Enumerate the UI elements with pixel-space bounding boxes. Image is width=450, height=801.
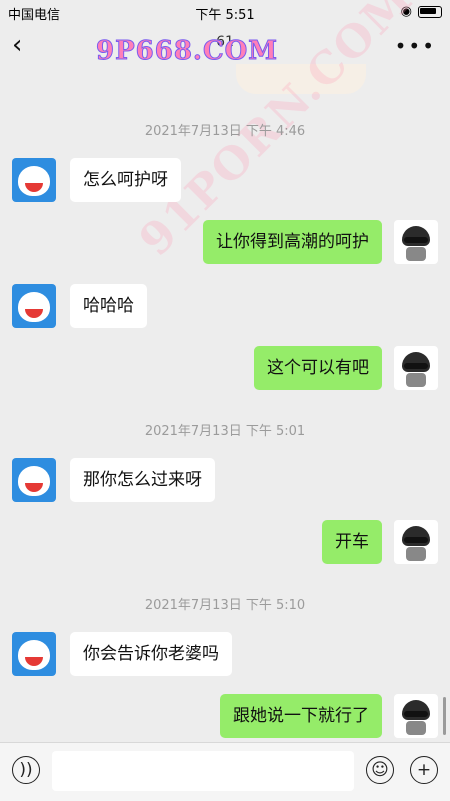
my-avatar[interactable]: [394, 346, 438, 390]
contact-avatar[interactable]: [12, 158, 56, 202]
timestamp: 2021年7月13日 下午 5:10: [144, 598, 306, 613]
message-bubble[interactable]: 怎么呵护呀: [70, 158, 181, 202]
input-bar: )) ☺ +: [0, 742, 450, 801]
my-avatar[interactable]: [394, 220, 438, 264]
timestamp: 2021年7月13日 下午 4:46: [144, 124, 306, 139]
plus-button[interactable]: +: [410, 756, 438, 784]
message-input[interactable]: [52, 751, 354, 791]
scrollbar[interactable]: [443, 697, 446, 735]
contact-avatar[interactable]: [12, 284, 56, 328]
voice-icon: )): [19, 760, 33, 780]
contact-avatar[interactable]: [12, 458, 56, 502]
message-bubble[interactable]: 让你得到高潮的呵护: [203, 220, 382, 264]
message-bubble[interactable]: 跟她说一下就行了: [220, 694, 382, 738]
message-bubble[interactable]: 哈哈哈: [70, 284, 147, 328]
my-avatar[interactable]: [394, 694, 438, 738]
contact-avatar[interactable]: [12, 632, 56, 676]
emoji-icon: ☺: [371, 760, 389, 780]
timestamp: 2021年7月13日 下午 5:01: [144, 424, 306, 439]
voice-button[interactable]: )): [12, 756, 40, 784]
more-button[interactable]: •••: [395, 34, 436, 58]
my-avatar[interactable]: [394, 520, 438, 564]
message-bubble[interactable]: 开车: [322, 520, 382, 564]
message-bubble[interactable]: 这个可以有吧: [254, 346, 382, 390]
message-bubble[interactable]: 你会告诉你老婆吗: [70, 632, 232, 676]
message-bubble[interactable]: 那你怎么过来呀: [70, 458, 215, 502]
watermark-logo: 9P668.COM: [95, 36, 279, 67]
emoji-button[interactable]: ☺: [366, 756, 394, 784]
plus-icon: +: [416, 760, 432, 780]
